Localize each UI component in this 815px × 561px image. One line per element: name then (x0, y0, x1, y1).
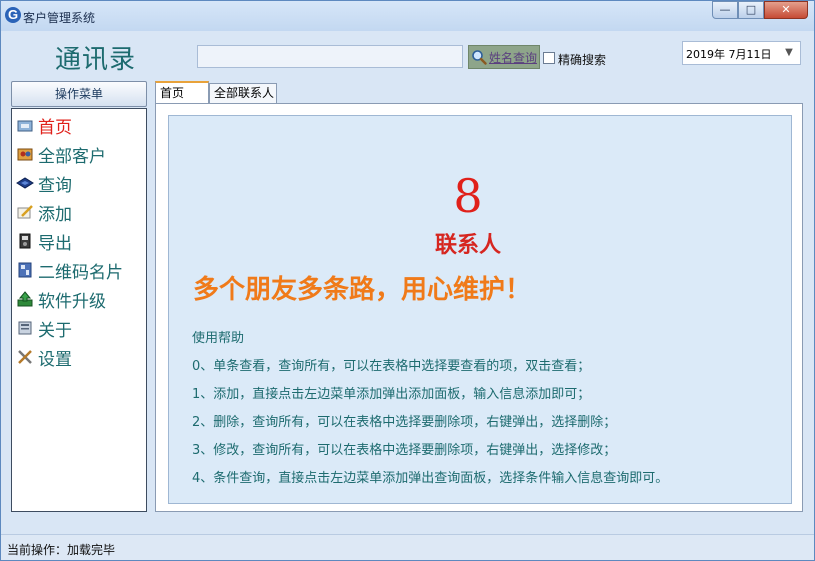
help-line: 3、修改，查询所有，可以在表格中选择要删除项，右键弹出，选择修改； (192, 443, 617, 458)
app-window: G 客户管理系统 — □ ✕ 通讯录 姓名查询 精确搜索 2019年 7月11日… (0, 0, 815, 561)
date-value: 2019年 7月11日 (686, 48, 772, 61)
help-line: 1、添加，直接点击左边菜单添加弹出添加面板，输入信息添加即可； (192, 387, 591, 402)
sidebar-item-label: 导出 (38, 233, 72, 254)
exact-search-checkbox[interactable] (543, 52, 555, 64)
add-icon (17, 205, 33, 219)
search-input[interactable] (197, 45, 463, 68)
search-button-label: 姓名查询 (489, 50, 538, 65)
query-icon (16, 177, 34, 189)
status-text: 当前操作：加载完毕 (7, 543, 116, 557)
sidebar-item-label: 关于 (38, 320, 72, 341)
window-title: 客户管理系统 (23, 11, 96, 25)
sidebar-item-label: 首页 (38, 117, 72, 138)
tab-all-contacts[interactable]: 全部联系人 (209, 83, 277, 103)
date-picker[interactable]: 2019年 7月11日 ▼ (682, 41, 801, 65)
export-icon (19, 233, 31, 249)
close-button[interactable]: ✕ (764, 1, 808, 19)
sidebar-item-qrcode-card[interactable]: 二维码名片 (16, 258, 123, 283)
qrcode-card-icon (18, 262, 32, 278)
sidebar-item-add[interactable]: 添加 (16, 200, 72, 225)
customers-icon (17, 148, 33, 161)
minimize-button[interactable]: — (712, 1, 738, 19)
magnifier-icon (472, 50, 487, 65)
contact-count: 8 (453, 169, 483, 223)
help-title: 使用帮助 (192, 331, 245, 346)
tab-home[interactable]: 首页 (155, 81, 209, 104)
window-controls: — □ ✕ (712, 1, 808, 19)
sidebar-item-label: 软件升级 (38, 291, 106, 312)
sidebar-item-label: 二维码名片 (38, 262, 123, 283)
sidebar-menu: 首页 全部客户 查询 添加 导出 二维码名片 软件升级 关于 设置 (11, 108, 147, 512)
sidebar-item-query[interactable]: 查询 (16, 171, 72, 196)
upgrade-icon (17, 291, 33, 307)
home-icon (17, 120, 33, 132)
app-heading: 通讯录 (55, 45, 137, 75)
sidebar-item-customers[interactable]: 全部客户 (16, 142, 106, 167)
about-icon (18, 321, 32, 335)
help-line: 4、条件查询，直接点击左边菜单添加弹出查询面板，选择条件输入信息查询即可。 (192, 471, 669, 486)
sidebar-item-label: 查询 (38, 175, 72, 196)
maximize-button[interactable]: □ (738, 1, 764, 19)
settings-icon (18, 350, 32, 364)
sidebar-item-export[interactable]: 导出 (16, 229, 72, 254)
sidebar-item-label: 添加 (38, 204, 72, 225)
help-line: 2、删除，查询所有，可以在表格中选择要删除项，右键弹出，选择删除； (192, 415, 617, 430)
sidebar-item-home[interactable]: 首页 (16, 113, 72, 138)
contact-count-label: 联系人 (434, 232, 501, 258)
name-search-button[interactable]: 姓名查询 (468, 45, 540, 69)
sidebar-item-label: 设置 (38, 349, 72, 370)
status-bar: 当前操作：加载完毕 (1, 534, 814, 560)
chevron-down-icon[interactable]: ▼ (779, 43, 799, 63)
help-line: 0、单条查看，查询所有，可以在表格中选择要查看的项，双击查看； (192, 359, 591, 374)
app-logo-icon: G (5, 7, 21, 23)
title-bar[interactable]: G 客户管理系统 — □ ✕ (1, 1, 814, 31)
slogan-text: 多个朋友多条路，用心维护！ (193, 275, 532, 305)
sidebar-item-upgrade[interactable]: 软件升级 (16, 287, 106, 312)
sidebar-item-settings[interactable]: 设置 (16, 345, 72, 370)
sidebar-item-about[interactable]: 关于 (16, 316, 72, 341)
exact-search-label: 精确搜索 (558, 53, 607, 67)
menu-header: 操作菜单 (11, 81, 147, 107)
sidebar-item-label: 全部客户 (38, 146, 106, 167)
